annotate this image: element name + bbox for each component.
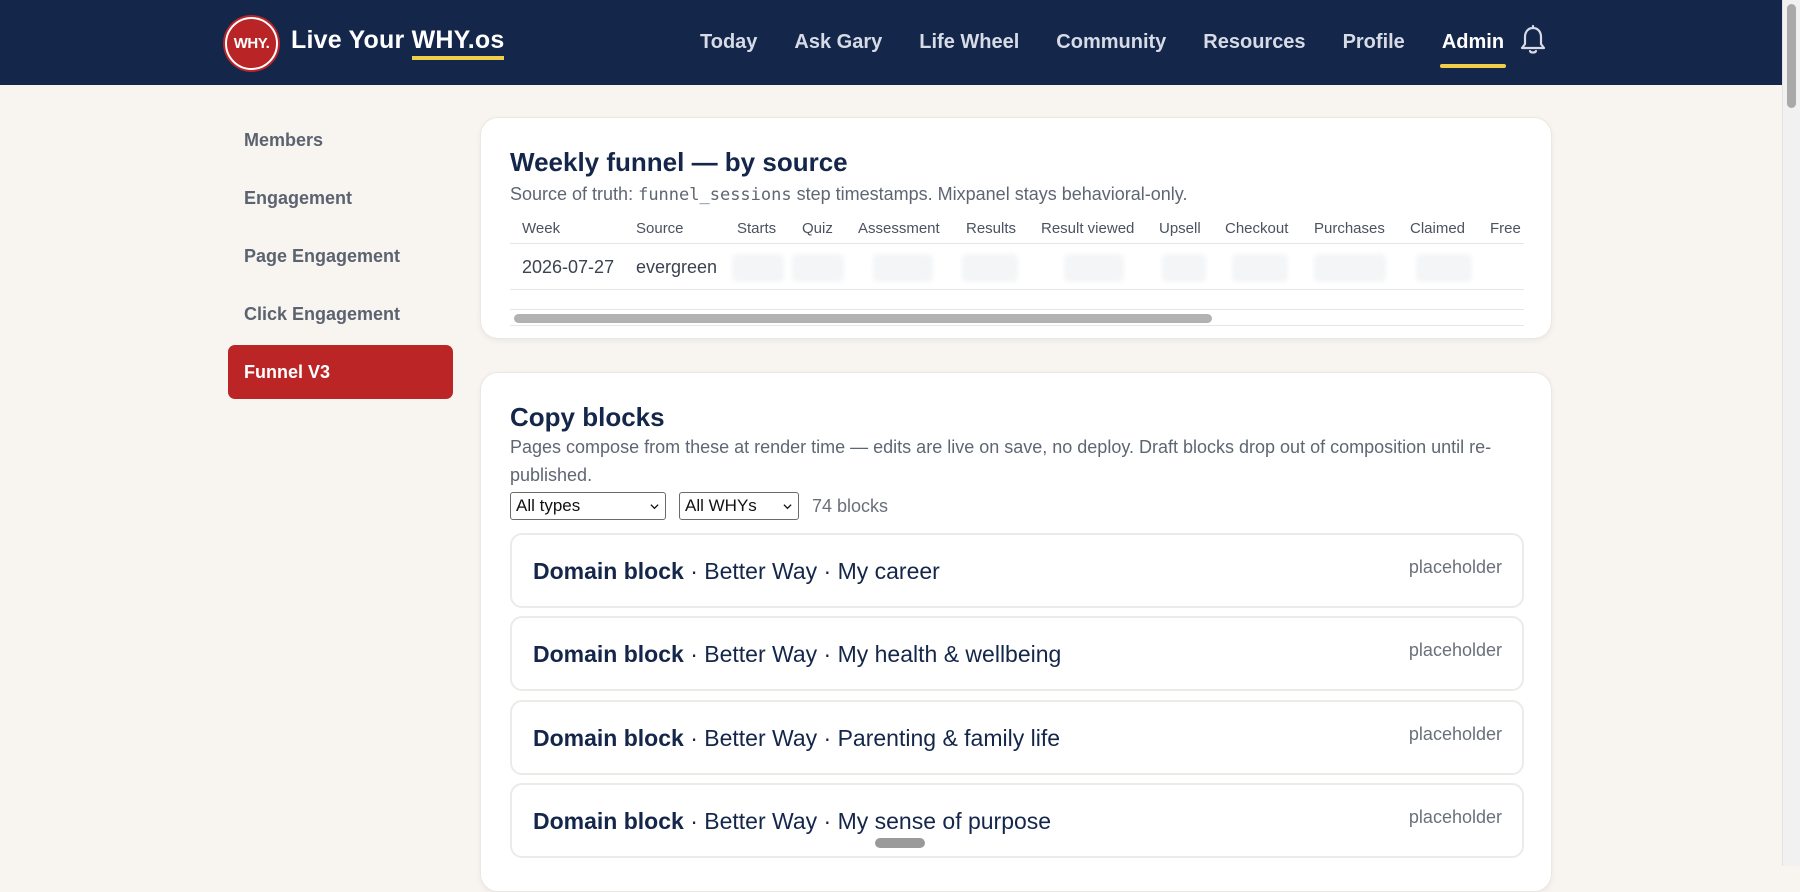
redacted-cell (732, 254, 784, 282)
col-result-viewed: Result viewed (1041, 220, 1135, 237)
table-scrollbar-thumb[interactable] (514, 314, 1212, 323)
col-free: Free (1490, 220, 1521, 237)
col-claimed: Claimed (1410, 220, 1466, 237)
main-nav: Today Ask Gary Life Wheel Community Reso… (700, 0, 1782, 85)
brand[interactable]: WHY. Live Your WHY.os (225, 16, 505, 70)
block-status: placeholder (1408, 724, 1502, 744)
funnel-title: Weekly funnel — by source (510, 147, 848, 177)
funnel-subtitle-code: funnel_sessions (638, 185, 792, 205)
col-purchases: Purchases (1314, 220, 1385, 237)
table-row: 2026-07-27 evergreen (510, 245, 1524, 290)
copy-block-item[interactable]: Domain block · Better Way · My career pl… (510, 533, 1524, 608)
col-checkout: Checkout (1225, 220, 1289, 237)
chevron-down-icon (650, 504, 659, 510)
copy-block-item[interactable]: Domain block · Better Way · My health & … (510, 616, 1524, 691)
block-status: placeholder (1408, 807, 1502, 827)
brand-name-highlight: WHY.os (411, 26, 505, 60)
redacted-cell (962, 254, 1018, 282)
brand-name: Live Your WHY.os (291, 26, 505, 60)
nav-profile[interactable]: Profile (1343, 0, 1405, 85)
block-kind: Domain block (533, 725, 684, 751)
scroll-handle[interactable] (875, 838, 925, 848)
admin-sidebar: Members Engagement Page Engagement Click… (228, 113, 453, 403)
funnel-subtitle-prefix: Source of truth: (510, 184, 639, 204)
sidebar-item-members[interactable]: Members (228, 113, 453, 167)
redacted-cell (1064, 254, 1124, 282)
block-status: placeholder (1408, 557, 1502, 577)
block-label: Domain block · Better Way · My career (533, 558, 940, 585)
block-meta: · Better Way · My career (683, 558, 940, 584)
block-meta: · Better Way · My health & wellbeing (683, 641, 1062, 667)
col-assessment: Assessment (858, 220, 940, 237)
chevron-down-icon (783, 504, 792, 510)
page-scrollbar[interactable] (1782, 0, 1800, 866)
sidebar-item-page-engagement[interactable]: Page Engagement (228, 229, 453, 283)
why-filter-select[interactable]: All WHYs (679, 492, 799, 520)
redacted-cell (1416, 254, 1472, 282)
nav-today[interactable]: Today (700, 0, 757, 85)
type-filter-value: All types (516, 496, 581, 515)
copy-blocks-filters: All types All WHYs 74 blocks (510, 492, 888, 520)
logo-text: WHY. (233, 34, 270, 52)
top-navbar: WHY. Live Your WHY.os Today Ask Gary Lif… (0, 0, 1782, 85)
nav-community[interactable]: Community (1056, 0, 1166, 85)
block-kind: Domain block (533, 641, 684, 667)
funnel-subtitle-suffix: step timestamps. Mixpanel stays behavior… (791, 184, 1188, 204)
block-label: Domain block · Better Way · Parenting & … (533, 725, 1060, 752)
table-horizontal-scrollbar[interactable] (510, 309, 1524, 326)
redacted-cell (1232, 254, 1288, 282)
sidebar-item-funnel-v3[interactable]: Funnel V3 (228, 345, 453, 399)
nav-admin[interactable]: Admin (1439, 0, 1507, 85)
col-starts: Starts (737, 220, 777, 237)
redacted-cell (1314, 254, 1386, 282)
funnel-table[interactable]: Week Source Starts Quiz Assessment Resul… (510, 214, 1524, 308)
block-kind: Domain block (533, 808, 684, 834)
col-source: Source (636, 220, 684, 237)
page-scrollbar-thumb[interactable] (1787, 4, 1796, 108)
nav-ask-gary[interactable]: Ask Gary (794, 0, 882, 85)
col-results: Results (966, 220, 1017, 237)
copy-blocks-title: Copy blocks (510, 402, 665, 432)
block-meta: · Better Way · My sense of purpose (683, 808, 1052, 834)
funnel-subtitle: Source of truth: funnel_sessions step ti… (510, 180, 1187, 209)
sidebar-item-click-engagement[interactable]: Click Engagement (228, 287, 453, 341)
why-logo: WHY. (225, 16, 278, 70)
redacted-cell (873, 254, 933, 282)
type-filter-select[interactable]: All types (510, 492, 666, 520)
copy-blocks-subtitle: Pages compose from these at render time … (510, 437, 1492, 485)
redacted-cell (792, 254, 844, 282)
blocks-count: 74 blocks (812, 495, 889, 516)
copy-block-item[interactable]: Domain block · Better Way · Parenting & … (510, 700, 1524, 775)
col-upsell: Upsell (1159, 220, 1201, 237)
why-filter-value: All WHYs (685, 496, 757, 515)
cell-week: 2026-07-27 (522, 257, 615, 277)
nav-life-wheel[interactable]: Life Wheel (919, 0, 1019, 85)
block-status: placeholder (1408, 640, 1502, 660)
block-meta: · Better Way · Parenting & family life (683, 725, 1061, 751)
copy-block-item[interactable]: Domain block · Better Way · My sense of … (510, 783, 1524, 858)
funnel-table-header: Week Source Starts Quiz Assessment Resul… (510, 214, 1524, 244)
bell-icon[interactable] (1518, 24, 1548, 56)
copy-blocks-card: Copy blocks Pages compose from these at … (480, 372, 1552, 892)
redacted-cell (1162, 254, 1206, 282)
block-label: Domain block · Better Way · My sense of … (533, 808, 1051, 835)
cell-source: evergreen (636, 257, 718, 277)
brand-name-prefix: Live Your (291, 26, 412, 54)
sidebar-item-engagement[interactable]: Engagement (228, 171, 453, 225)
block-label: Domain block · Better Way · My health & … (533, 641, 1061, 668)
col-quiz: Quiz (802, 220, 833, 237)
block-kind: Domain block (533, 558, 684, 584)
nav-resources[interactable]: Resources (1203, 0, 1305, 85)
col-week: Week (522, 220, 561, 237)
weekly-funnel-card: Weekly funnel — by source Source of trut… (480, 117, 1552, 339)
